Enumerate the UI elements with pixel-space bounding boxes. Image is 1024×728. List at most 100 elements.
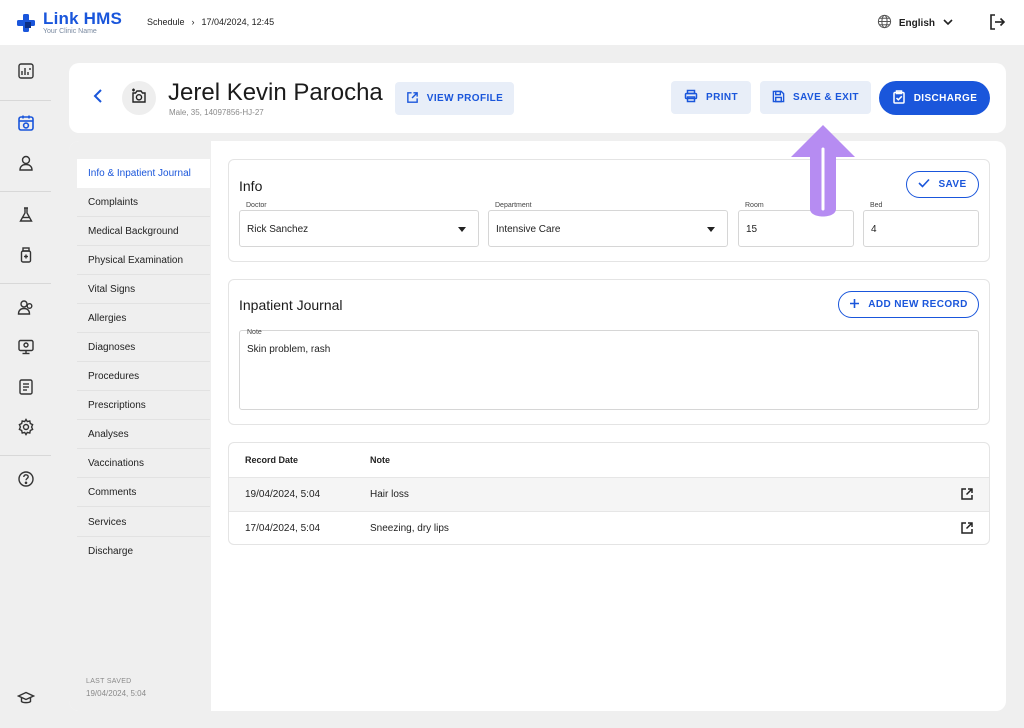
bed-label: Bed <box>870 202 883 209</box>
back-button[interactable] <box>90 88 106 108</box>
sidebar-item-monitor[interactable] <box>0 331 51 367</box>
dashboard-icon <box>17 62 35 85</box>
language-label: English <box>898 17 935 29</box>
open-record-icon[interactable] <box>960 487 974 506</box>
doctor-select[interactable]: Doctor Rick Sanchez <box>239 202 479 247</box>
settings-gear-icon <box>17 417 35 441</box>
nav-item-vital-signs[interactable]: Vital Signs <box>77 275 210 304</box>
row-date: 17/04/2024, 5:04 <box>245 523 321 534</box>
nav-item-complaints[interactable]: Complaints <box>77 188 210 217</box>
camera-add-icon <box>130 87 148 110</box>
open-record-icon[interactable] <box>960 521 974 540</box>
breadcrumb-section[interactable]: Schedule <box>147 17 185 27</box>
logout-button[interactable] <box>988 13 1006 36</box>
nav-item-procedures[interactable]: Procedures <box>77 362 210 391</box>
open-external-icon <box>406 91 419 107</box>
journal-title: Inpatient Journal <box>239 297 343 313</box>
row-note: Sneezing, dry lips <box>370 523 449 534</box>
plus-icon <box>849 298 860 312</box>
sidebar-item-schedule[interactable] <box>0 107 51 143</box>
breadcrumb-current: 17/04/2024, 12:45 <box>201 17 275 27</box>
report-icon <box>17 378 35 401</box>
view-profile-label: VIEW PROFILE <box>426 93 504 104</box>
print-label: PRINT <box>706 92 738 103</box>
nav-item-diagnoses[interactable]: Diagnoses <box>77 333 210 362</box>
sidebar-item-settings[interactable] <box>0 411 51 447</box>
last-saved-label: LAST SAVED <box>86 678 132 685</box>
note-textarea[interactable]: Note Skin problem, rash <box>239 329 979 410</box>
language-selector[interactable]: English <box>877 14 954 32</box>
nav-item-medical-background[interactable]: Medical Background <box>77 217 210 246</box>
chevron-left-icon <box>92 88 104 109</box>
discharge-label: DISCHARGE <box>913 92 978 104</box>
logout-icon <box>988 14 1006 35</box>
column-header-note: Note <box>370 455 390 465</box>
sidebar-item-staff[interactable] <box>0 291 51 327</box>
sidebar-item-pharmacy[interactable] <box>0 239 51 275</box>
sidebar-item-dashboard[interactable] <box>0 55 51 91</box>
nav-item-analyses[interactable]: Analyses <box>77 420 210 449</box>
department-value: Intensive Care <box>496 224 561 235</box>
nav-item-physical-examination[interactable]: Physical Examination <box>77 246 210 275</box>
brand-subtitle: Your Clinic Name <box>43 28 97 35</box>
note-value: Skin problem, rash <box>247 344 331 355</box>
nav-item-allergies[interactable]: Allergies <box>77 304 210 333</box>
room-value: 15 <box>746 224 758 235</box>
print-button[interactable]: PRINT <box>671 81 751 114</box>
view-profile-button[interactable]: VIEW PROFILE <box>395 82 514 115</box>
nav-item-comments[interactable]: Comments <box>77 478 210 507</box>
save-exit-button[interactable]: SAVE & EXIT <box>760 81 871 114</box>
patient-icon <box>17 154 35 177</box>
sidebar-item-reports[interactable] <box>0 371 51 407</box>
chevron-down-icon <box>942 16 954 31</box>
add-new-record-label: ADD NEW RECORD <box>868 299 968 310</box>
monitor-icon <box>17 338 35 361</box>
sidebar-divider <box>0 100 51 101</box>
table-row[interactable]: 17/04/2024, 5:04 Sneezing, dry lips <box>229 511 989 544</box>
patient-name: Jerel Kevin Parocha <box>168 79 383 106</box>
table-row[interactable]: 19/04/2024, 5:04 Hair loss <box>229 477 989 511</box>
sidebar-divider <box>0 455 51 456</box>
sidebar-divider <box>0 283 51 284</box>
bed-field[interactable]: Bed 4 <box>863 202 979 247</box>
staff-group-icon <box>17 298 35 321</box>
nav-item-info-journal[interactable]: Info & Inpatient Journal <box>77 159 210 188</box>
bed-value: 4 <box>871 224 877 235</box>
add-photo-button[interactable] <box>122 81 156 115</box>
schedule-icon <box>17 114 35 137</box>
breadcrumb-separator: › <box>191 17 195 27</box>
lab-flask-icon <box>17 206 35 229</box>
sidebar-item-help[interactable] <box>0 463 51 499</box>
clipboard-check-icon <box>892 89 906 107</box>
column-header-date: Record Date <box>245 455 299 465</box>
printer-icon <box>684 89 698 106</box>
note-label: Note <box>247 329 262 336</box>
nav-item-prescriptions[interactable]: Prescriptions <box>77 391 210 420</box>
info-save-label: SAVE <box>938 179 967 190</box>
nav-item-discharge[interactable]: Discharge <box>77 537 210 566</box>
sidebar-item-learning[interactable] <box>0 682 51 718</box>
nav-item-services[interactable]: Services <box>77 508 210 537</box>
sidebar-item-patients[interactable] <box>0 147 51 183</box>
hint-arrow-icon <box>789 123 857 228</box>
info-save-button[interactable]: SAVE <box>906 171 979 198</box>
discharge-button[interactable]: DISCHARGE <box>879 81 990 115</box>
check-icon <box>918 178 931 191</box>
info-title: Info <box>239 178 263 194</box>
nav-item-vaccinations[interactable]: Vaccinations <box>77 449 210 478</box>
breadcrumb: Schedule › 17/04/2024, 12:45 <box>147 17 274 27</box>
sidebar-item-lab[interactable] <box>0 199 51 235</box>
save-exit-label: SAVE & EXIT <box>793 92 859 103</box>
brand-logo[interactable]: Link HMS Your Clinic Name <box>16 10 122 35</box>
row-date: 19/04/2024, 5:04 <box>245 489 321 500</box>
logo-cross-icon <box>16 13 36 33</box>
sidebar <box>0 45 51 728</box>
brand-name: Link HMS <box>43 9 123 28</box>
top-bar: Link HMS Your Clinic Name Schedule › 17/… <box>0 0 1024 45</box>
save-disk-icon <box>772 90 785 106</box>
dropdown-caret-icon <box>458 227 466 232</box>
doctor-value: Rick Sanchez <box>247 224 309 235</box>
department-select[interactable]: Department Intensive Care <box>488 202 728 247</box>
last-saved-value: 19/04/2024, 5:04 <box>86 689 147 698</box>
add-new-record-button[interactable]: ADD NEW RECORD <box>838 291 979 318</box>
